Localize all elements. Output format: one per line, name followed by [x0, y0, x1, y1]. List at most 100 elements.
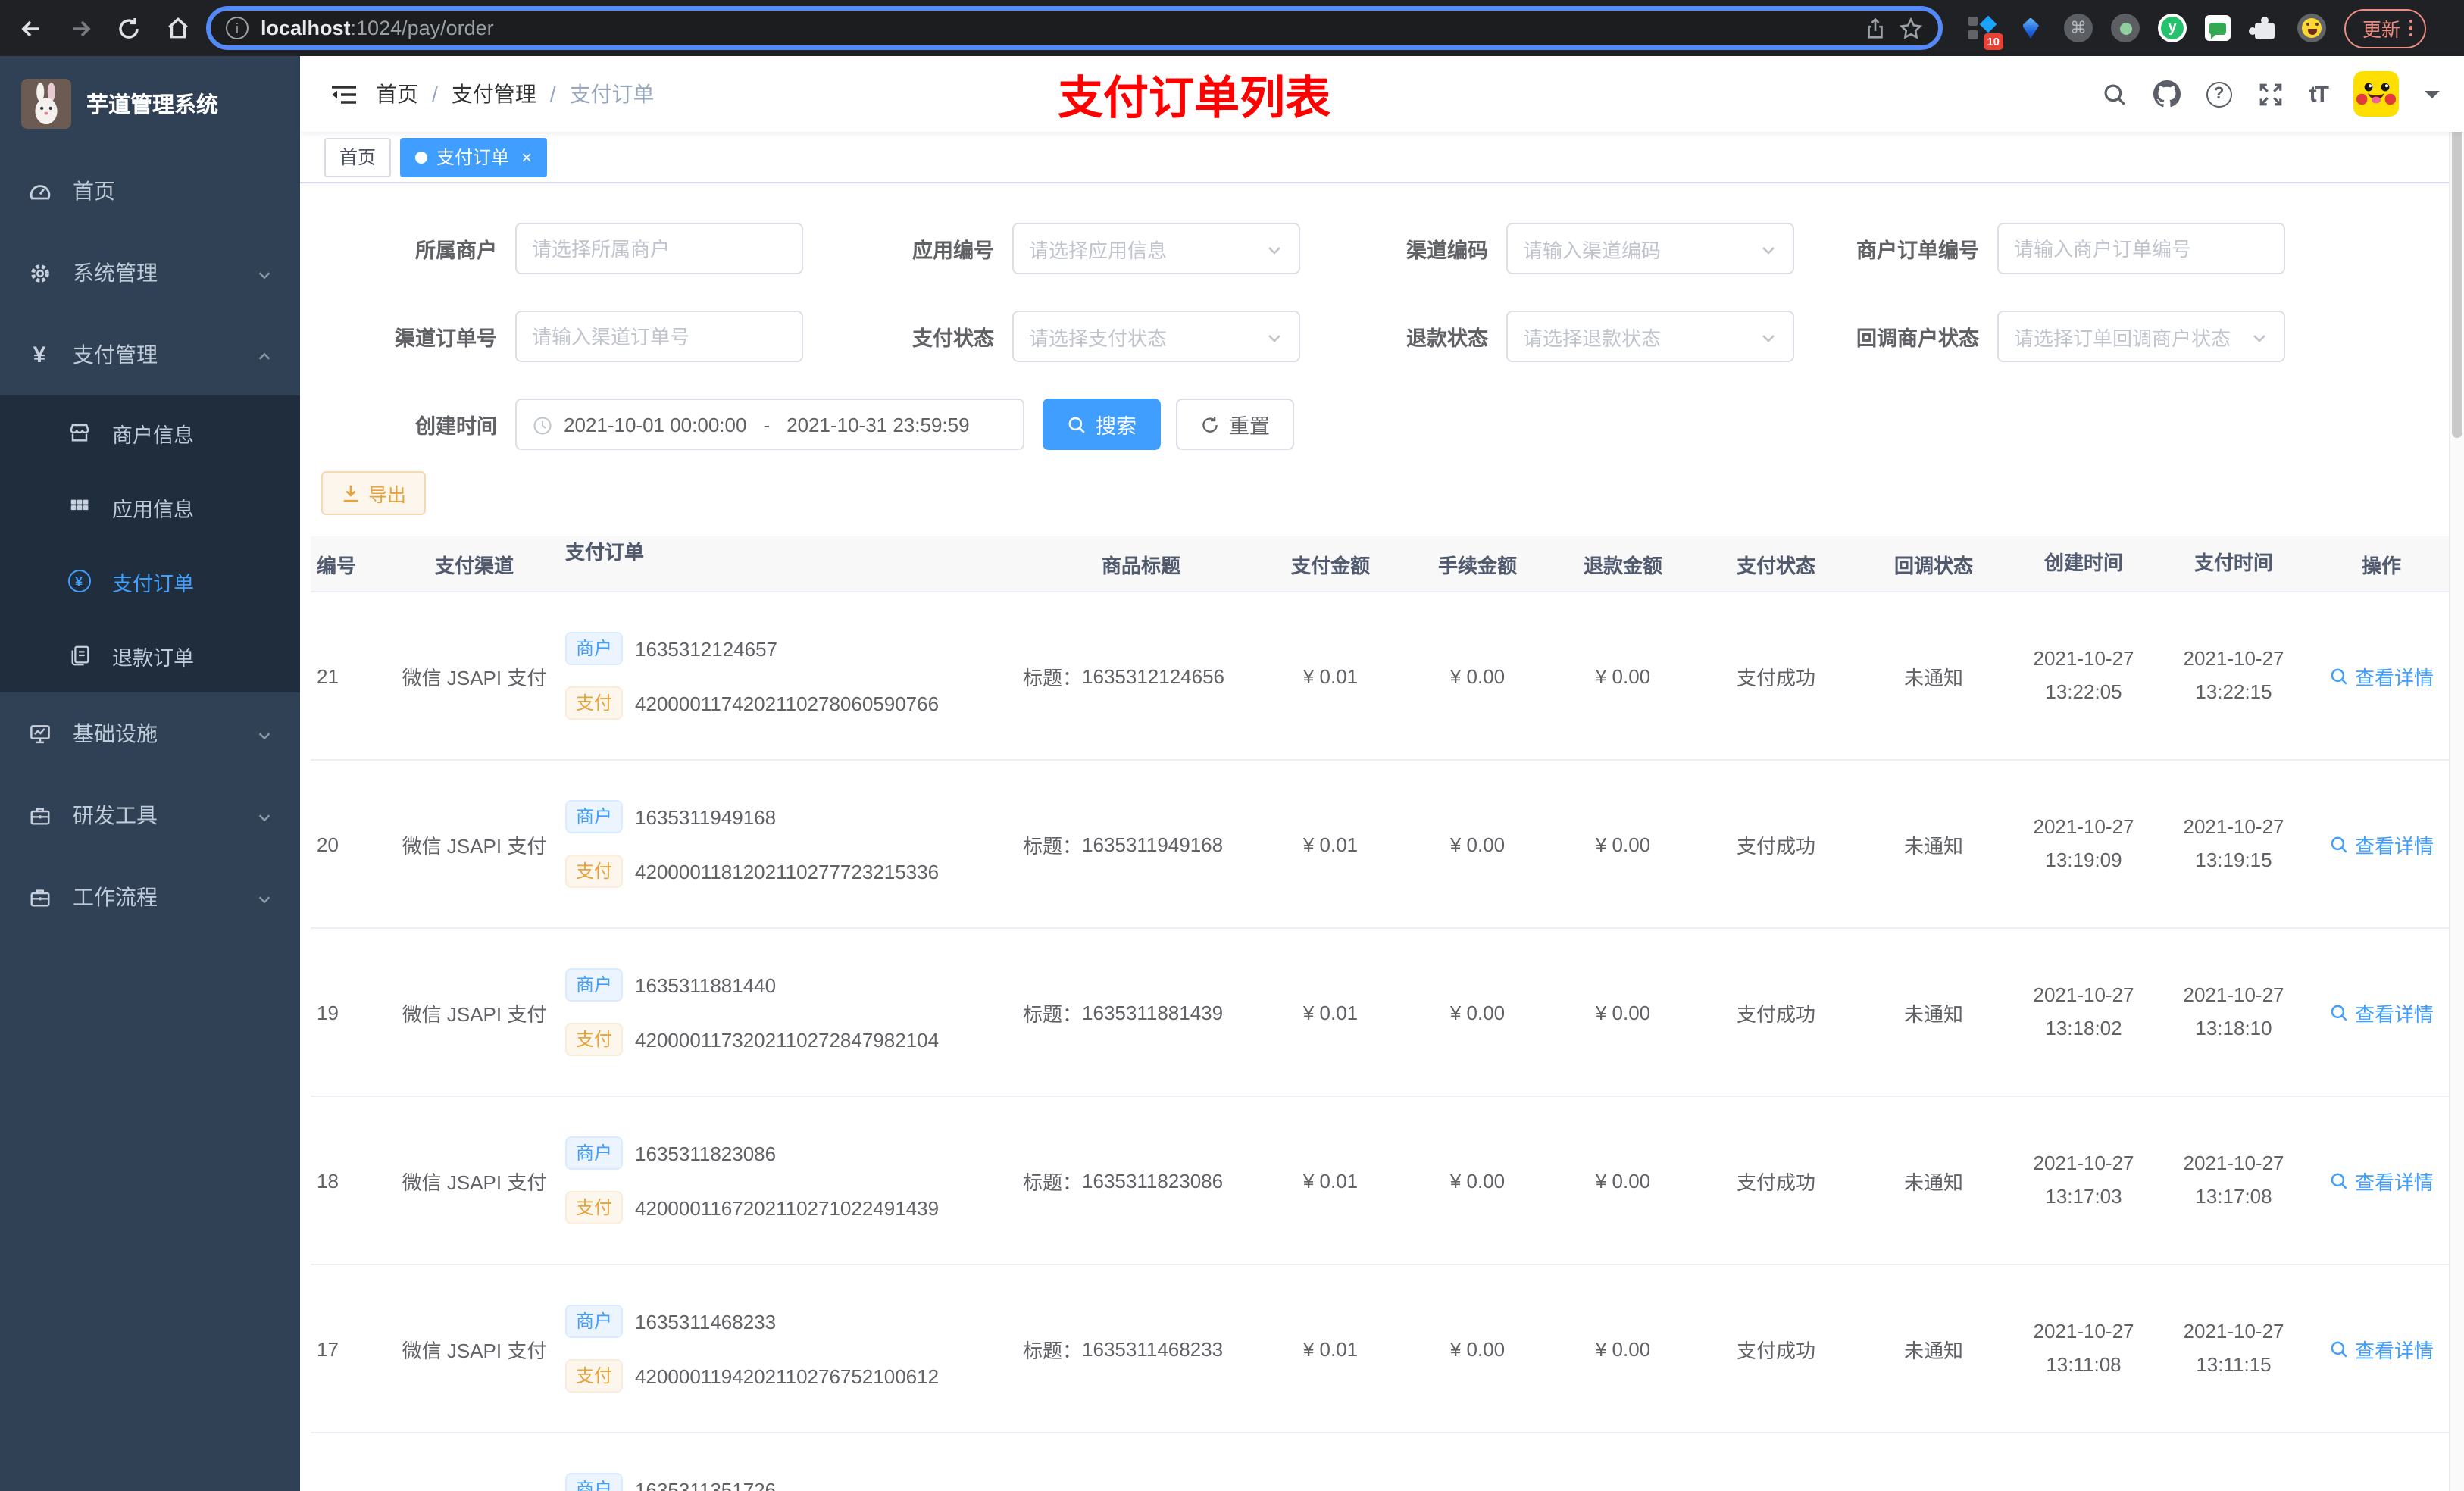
chat-icon[interactable]	[2205, 15, 2231, 41]
table-row: 19 微信 JSAPI 支付 商户 1635311881440 支付 4200001…	[311, 929, 2455, 1097]
sidebar-item-payment[interactable]: ¥ 支付管理	[0, 314, 300, 395]
dashboard-icon	[27, 180, 52, 202]
merchant-tag: 商户	[565, 632, 624, 665]
kite-icon[interactable]	[2015, 13, 2046, 43]
merchant-tag: 商户	[565, 800, 624, 833]
search-icon[interactable]	[2102, 81, 2128, 107]
reload-icon[interactable]	[109, 8, 149, 48]
table-row: 20 微信 JSAPI 支付 商户 1635311949168 支付 4200001…	[311, 761, 2455, 929]
channel-code-select[interactable]: 请输入渠道编码	[1506, 223, 1794, 274]
browser-menu-icon[interactable]	[2409, 19, 2413, 37]
sidebar-item-home[interactable]: 首页	[0, 150, 300, 232]
sidebar-item-merchant-info[interactable]: 商户信息	[0, 395, 300, 470]
pay-tag: 支付	[565, 686, 624, 720]
table-row: 21 微信 JSAPI 支付 商户 1635312124657 支付 4200001…	[311, 592, 2455, 761]
logo-rabbit-icon	[21, 78, 71, 128]
chevron-up-icon	[256, 342, 273, 367]
sidebar-item-workflow[interactable]: 工作流程	[0, 856, 300, 938]
monitor-icon	[27, 722, 52, 745]
pay-tag: 支付	[565, 1023, 624, 1056]
chevron-down-icon	[256, 721, 273, 746]
view-detail-link[interactable]: 查看详情	[2329, 1334, 2434, 1363]
page-title: 支付订单列表	[1058, 74, 1330, 124]
scrollbar[interactable]	[2449, 56, 2464, 1491]
filter-label-channel-code: 渠道编码	[1406, 239, 1488, 262]
breadcrumb-home[interactable]: 首页	[376, 79, 418, 109]
refund-status-select[interactable]: 请选择退款状态	[1506, 311, 1794, 362]
shop-icon	[67, 421, 91, 444]
breadcrumb-current: 支付订单	[569, 82, 655, 106]
app-title: 芋道管理系统	[86, 93, 218, 117]
filter-label-channel-order-no: 渠道订单号	[395, 327, 497, 350]
gear-icon	[27, 261, 52, 284]
url-bar[interactable]: i localhost:1024/pay/order	[206, 6, 1943, 50]
app-filter-select[interactable]: 请选择应用信息	[1012, 223, 1300, 274]
tab-home[interactable]: 首页	[324, 137, 392, 177]
merchant-tag: 商户	[565, 1473, 624, 1491]
filter-label-app: 应用编号	[912, 239, 994, 262]
sketch-icon[interactable]: 10	[1967, 13, 2003, 49]
chevron-down-icon	[2250, 325, 2269, 348]
home-icon[interactable]	[158, 8, 197, 48]
command-icon[interactable]: ⌘	[2064, 14, 2093, 42]
reset-button[interactable]: 重置	[1176, 399, 1294, 450]
sidebar-item-app-info[interactable]: 应用信息	[0, 470, 300, 544]
github-icon[interactable]	[2153, 80, 2181, 108]
sidebar-item-infra[interactable]: 基础设施	[0, 692, 300, 774]
create-time-range-input[interactable]: 2021-10-01 00:00:00 - 2021-10-31 23:59:5…	[515, 399, 1024, 450]
view-detail-link[interactable]: 查看详情	[2329, 998, 2434, 1027]
chevron-down-icon	[1265, 237, 1284, 260]
extensions-area: 10 ⌘ y 更新	[1967, 8, 2427, 49]
font-size-icon[interactable]: tT	[2309, 81, 2329, 107]
pay-tag: 支付	[565, 1191, 624, 1224]
close-icon[interactable]: ×	[521, 146, 532, 167]
search-button[interactable]: 搜索	[1043, 399, 1161, 450]
help-icon[interactable]: ?	[2206, 81, 2232, 107]
puzzle-icon[interactable]	[2249, 13, 2279, 43]
view-detail-link[interactable]: 查看详情	[2329, 1166, 2434, 1195]
merchant-tag: 商户	[565, 1136, 624, 1170]
recorder-icon[interactable]	[2111, 14, 2140, 42]
sidebar-item-refund-order[interactable]: 退款订单	[0, 618, 300, 692]
fullscreen-icon[interactable]	[2258, 81, 2284, 107]
chevron-down-icon	[256, 885, 273, 909]
channel-order-no-input[interactable]	[532, 325, 786, 348]
view-detail-link[interactable]: 查看详情	[2329, 830, 2434, 858]
merchant-order-no-input[interactable]	[2014, 237, 2269, 260]
breadcrumb: 首页 / 支付管理 / 支付订单	[376, 79, 655, 109]
sidebar-item-dev-tools[interactable]: 研发工具	[0, 774, 300, 856]
sidebar-item-pay-order[interactable]: ¥ 支付订单	[0, 544, 300, 618]
filter-label-refund-status: 退款状态	[1406, 327, 1488, 350]
export-button[interactable]: 导出	[321, 471, 427, 515]
filter-label-merchant-order-no: 商户订单编号	[1856, 239, 1979, 262]
payment-submenu: 商户信息 应用信息 ¥ 支付订单 退款订单	[0, 395, 300, 692]
merchant-filter-input[interactable]	[532, 237, 786, 260]
bookmark-star-icon[interactable]	[1899, 15, 1923, 40]
forward-icon[interactable]	[61, 8, 100, 48]
view-detail-link[interactable]: 查看详情	[2329, 661, 2434, 690]
content-area: 所属商户 应用编号 请选择应用信息 渠道编码 请输入渠道编码	[300, 183, 2464, 1491]
browser-update-button[interactable]: 更新	[2344, 8, 2427, 48]
table-row: 18 微信 JSAPI 支付 商户 1635311823086 支付 4200001…	[311, 1097, 2455, 1265]
screen: i localhost:1024/pay/order 10 ⌘ y 更新 芋道管…	[0, 0, 2464, 1491]
breadcrumb-payment[interactable]: 支付管理	[452, 79, 536, 109]
y-app-icon[interactable]: y	[2158, 14, 2187, 42]
pay-tag: 支付	[565, 855, 624, 888]
filter-label-create-time: 创建时间	[415, 415, 497, 438]
sidebar-item-system[interactable]: 系统管理	[0, 232, 300, 314]
info-icon[interactable]: i	[226, 17, 249, 39]
filter-label-merchant: 所属商户	[415, 239, 497, 262]
avatar[interactable]	[2353, 71, 2399, 117]
table-row: 商户1635311351726 支付	[311, 1433, 2455, 1491]
filter-label-pay-status: 支付状态	[912, 327, 994, 350]
notify-status-select[interactable]: 请选择订单回调商户状态	[1997, 311, 2285, 362]
share-icon[interactable]	[1864, 15, 1887, 40]
merchant-tag: 商户	[565, 1305, 624, 1338]
tab-pay-order[interactable]: 支付订单 ×	[400, 137, 548, 177]
pay-status-select[interactable]: 请选择支付状态	[1012, 311, 1300, 362]
briefcase-icon	[27, 804, 52, 827]
caret-down-icon[interactable]	[2425, 90, 2440, 105]
menu-fold-icon[interactable]	[324, 74, 364, 114]
emoji-face-icon[interactable]	[2297, 14, 2326, 42]
back-icon[interactable]	[12, 8, 52, 48]
